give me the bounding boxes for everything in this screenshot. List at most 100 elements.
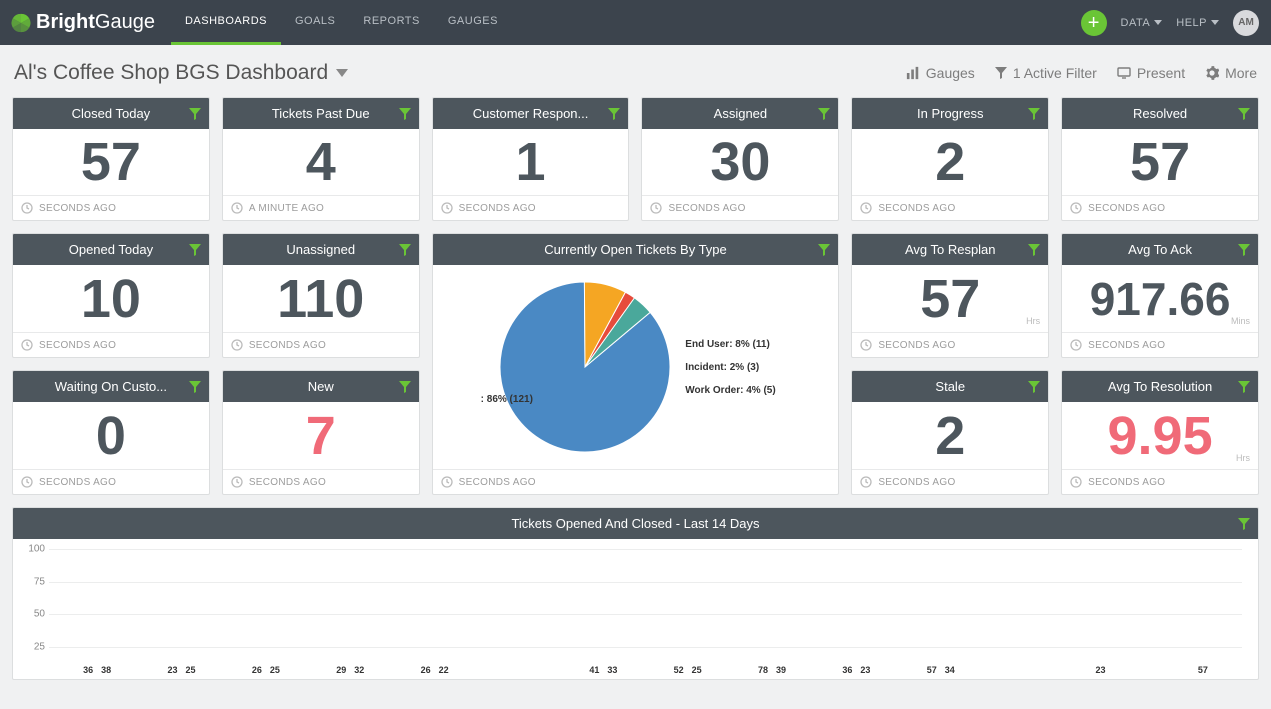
footer-text: SECONDS AGO bbox=[1088, 203, 1165, 214]
card-customer-responded: Customer Respon... 1 SECONDS AGO bbox=[432, 97, 630, 221]
card-filter-button[interactable] bbox=[608, 108, 620, 120]
card-title: Avg To Resolution bbox=[1108, 379, 1212, 394]
title-actions: Gauges 1 Active Filter Present More bbox=[906, 65, 1257, 81]
card-filter-button[interactable] bbox=[1028, 244, 1040, 256]
card-title: Assigned bbox=[714, 106, 767, 121]
clock-icon bbox=[441, 202, 453, 214]
footer-text: SECONDS AGO bbox=[39, 203, 116, 214]
card-filter-button[interactable] bbox=[1238, 518, 1250, 530]
card-filter-button[interactable] bbox=[399, 244, 411, 256]
card-filter-button[interactable] bbox=[1028, 381, 1040, 393]
avatar[interactable]: AM bbox=[1233, 10, 1259, 36]
monitor-icon bbox=[1117, 67, 1131, 79]
card-closed-today: Closed Today 57 SECONDS AGO bbox=[12, 97, 210, 221]
footer-text: SECONDS AGO bbox=[459, 203, 536, 214]
bar-chart: 255075100 363823252625293226224133522578… bbox=[49, 549, 1242, 679]
pie-label-blank: : 86% (121) bbox=[481, 394, 533, 405]
nav-data-dropdown[interactable]: DATA bbox=[1121, 17, 1163, 29]
action-more[interactable]: More bbox=[1205, 65, 1257, 81]
metric-value: 7 bbox=[306, 409, 336, 463]
card-unassigned: Unassigned 110 SECONDS AGO bbox=[222, 233, 420, 358]
card-title: New bbox=[308, 379, 334, 394]
clock-icon bbox=[21, 202, 33, 214]
card-title: Avg To Resplan bbox=[905, 242, 996, 257]
clock-icon bbox=[860, 339, 872, 351]
brand-bright: Bright bbox=[36, 11, 95, 34]
card-filter-button[interactable] bbox=[1238, 381, 1250, 393]
funnel-icon bbox=[995, 67, 1007, 79]
clock-icon bbox=[231, 476, 243, 488]
pie-label-incident: Incident: 2% (3) bbox=[685, 362, 775, 373]
card-filter-button[interactable] bbox=[189, 244, 201, 256]
card-title: Customer Respon... bbox=[473, 106, 589, 121]
metric-value: 57 bbox=[81, 135, 141, 189]
add-button[interactable]: + bbox=[1081, 10, 1107, 36]
nav-goals[interactable]: GOALS bbox=[281, 0, 349, 45]
title-bar: Al's Coffee Shop BGS Dashboard Gauges 1 … bbox=[0, 45, 1271, 97]
footer-text: SECONDS AGO bbox=[878, 203, 955, 214]
pie-legend: End User: 8% (11) Incident: 2% (3) Work … bbox=[685, 339, 775, 396]
chevron-down-icon bbox=[336, 69, 348, 77]
pie-label-workorder: Work Order: 4% (5) bbox=[685, 385, 775, 396]
chevron-down-icon bbox=[1154, 20, 1162, 25]
footer-text: SECONDS AGO bbox=[249, 340, 326, 351]
card-filter-button[interactable] bbox=[189, 108, 201, 120]
metric-value: 2 bbox=[935, 409, 965, 463]
brightgauge-logo-icon bbox=[10, 12, 32, 34]
footer-text: SECONDS AGO bbox=[878, 477, 955, 488]
card-title: Tickets Past Due bbox=[272, 106, 370, 121]
clock-icon bbox=[650, 202, 662, 214]
nav-help-dropdown[interactable]: HELP bbox=[1176, 17, 1219, 29]
card-avg-resolution: Avg To Resolution 9.95Hrs SECONDS AGO bbox=[1061, 370, 1259, 495]
footer-text: SECONDS AGO bbox=[1088, 340, 1165, 351]
card-filter-button[interactable] bbox=[1238, 108, 1250, 120]
card-waiting-on-customer: Waiting On Custo... 0 SECONDS AGO bbox=[12, 370, 210, 495]
page-title-dropdown[interactable]: Al's Coffee Shop BGS Dashboard bbox=[14, 61, 348, 85]
footer-text: SECONDS AGO bbox=[39, 477, 116, 488]
chevron-down-icon bbox=[1211, 20, 1219, 25]
nav-gauges[interactable]: GAUGES bbox=[434, 0, 512, 45]
footer-text: SECONDS AGO bbox=[39, 340, 116, 351]
nav-reports[interactable]: REPORTS bbox=[349, 0, 433, 45]
page-title: Al's Coffee Shop BGS Dashboard bbox=[14, 61, 328, 85]
clock-icon bbox=[1070, 476, 1082, 488]
metric-value: 110 bbox=[277, 272, 364, 326]
clock-icon bbox=[860, 202, 872, 214]
card-title: Opened Today bbox=[69, 242, 153, 257]
action-gauges[interactable]: Gauges bbox=[906, 65, 975, 81]
card-assigned: Assigned 30 SECONDS AGO bbox=[641, 97, 839, 221]
card-stale: Stale 2 SECONDS AGO bbox=[851, 370, 1049, 495]
nav-dashboards[interactable]: DASHBOARDS bbox=[171, 0, 281, 45]
clock-icon bbox=[21, 476, 33, 488]
card-filter-button[interactable] bbox=[818, 108, 830, 120]
action-filter[interactable]: 1 Active Filter bbox=[995, 65, 1097, 81]
metric-value: 0 bbox=[96, 409, 126, 463]
metric-value: 10 bbox=[81, 272, 141, 326]
card-title: Resolved bbox=[1133, 106, 1187, 121]
gear-icon bbox=[1205, 66, 1219, 80]
card-filter-button[interactable] bbox=[399, 381, 411, 393]
card-in-progress: In Progress 2 SECONDS AGO bbox=[851, 97, 1049, 221]
clock-icon bbox=[1070, 202, 1082, 214]
card-filter-button[interactable] bbox=[1028, 108, 1040, 120]
card-title: Currently Open Tickets By Type bbox=[544, 242, 727, 257]
card-filter-button[interactable] bbox=[189, 381, 201, 393]
metric-value: 57 bbox=[1130, 135, 1190, 189]
metric-unit: Mins bbox=[1231, 316, 1250, 326]
card-title: Unassigned bbox=[286, 242, 355, 257]
footer-text: SECONDS AGO bbox=[1088, 477, 1165, 488]
card-opened-today: Opened Today 10 SECONDS AGO bbox=[12, 233, 210, 358]
card-filter-button[interactable] bbox=[399, 108, 411, 120]
card-filter-button[interactable] bbox=[818, 244, 830, 256]
brand[interactable]: BrightGauge bbox=[10, 0, 155, 45]
card-title: Stale bbox=[935, 379, 965, 394]
card-title: Tickets Opened And Closed - Last 14 Days bbox=[511, 516, 759, 531]
action-present[interactable]: Present bbox=[1117, 65, 1185, 81]
clock-icon bbox=[21, 339, 33, 351]
clock-icon bbox=[441, 476, 453, 488]
nav-right: + DATA HELP AM bbox=[1081, 0, 1259, 45]
card-title: Waiting On Custo... bbox=[55, 379, 167, 394]
card-filter-button[interactable] bbox=[1238, 244, 1250, 256]
metric-unit: Hrs bbox=[1236, 453, 1250, 463]
pie-chart bbox=[495, 277, 675, 457]
